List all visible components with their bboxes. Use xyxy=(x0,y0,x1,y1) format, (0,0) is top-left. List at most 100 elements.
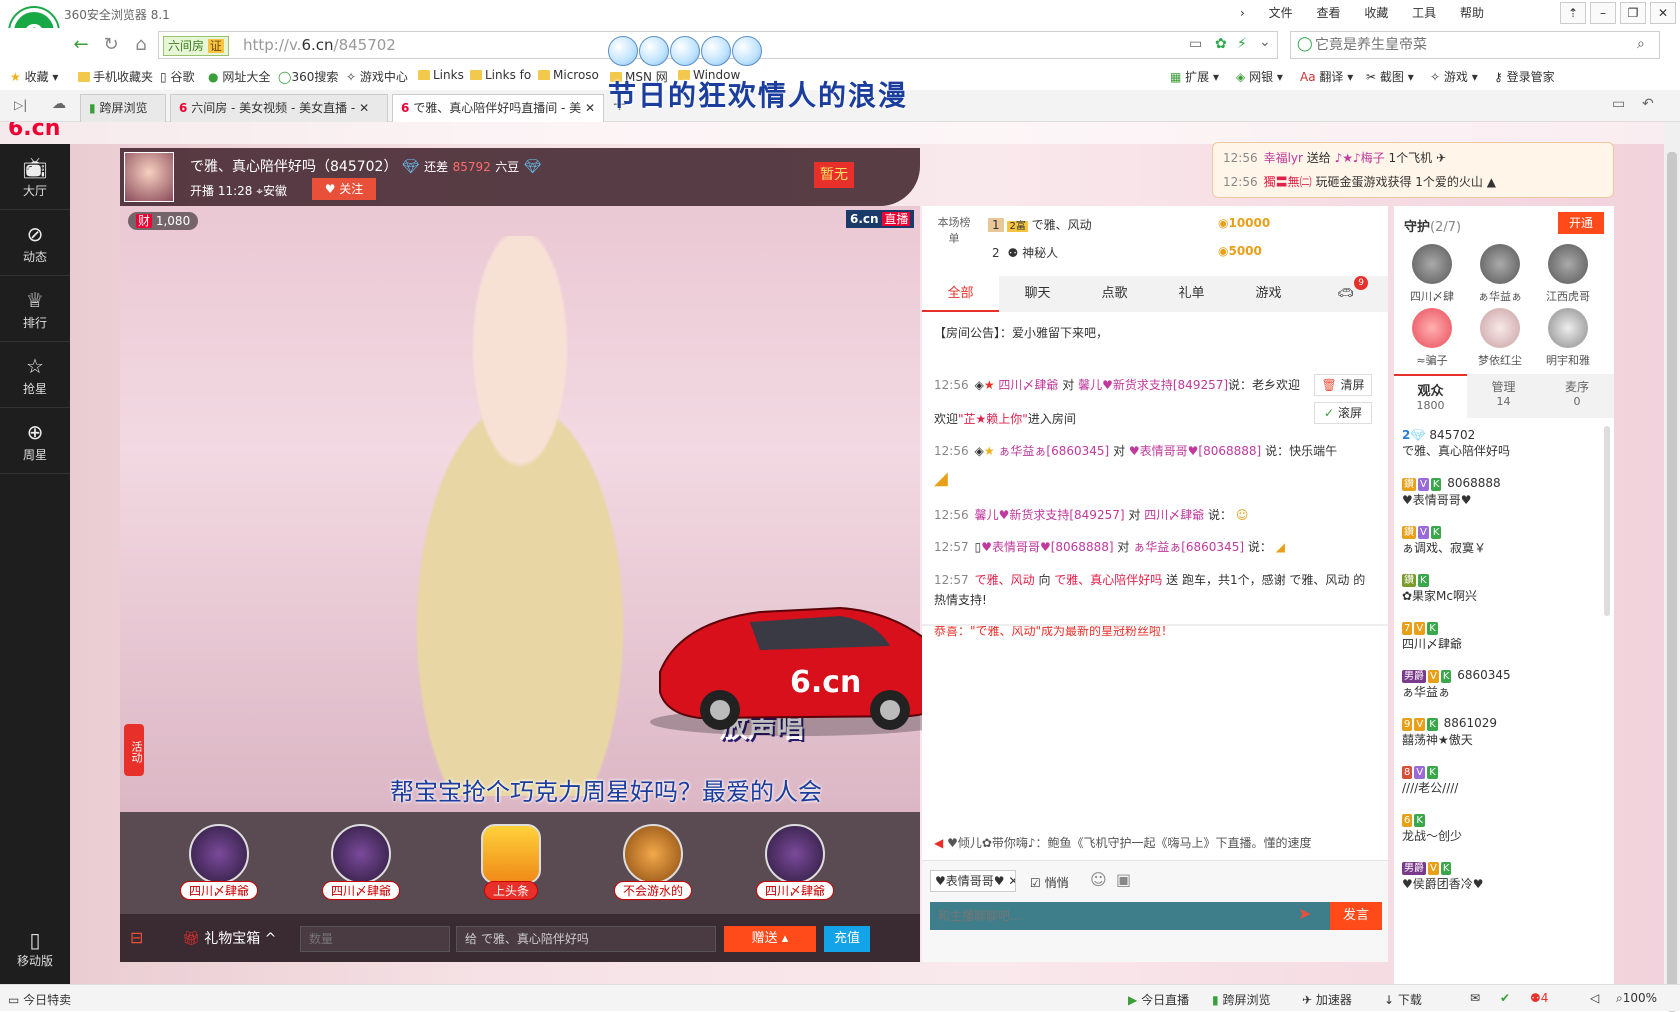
back-icon[interactable]: ← xyxy=(68,32,94,58)
fav-microsoft[interactable]: Microso xyxy=(538,68,599,82)
undo-icon[interactable]: ↶ xyxy=(1642,96,1654,112)
home-icon[interactable]: ⌂ xyxy=(128,32,154,58)
recipient-select[interactable]: 给 で雅、真心陪伴好吗 xyxy=(456,926,716,952)
maximize-button[interactable]: ❐ xyxy=(1620,2,1646,24)
rank-row[interactable]: 2 ⚉ 神秘人 ◉5000 xyxy=(988,244,1262,261)
menu-file[interactable]: 文件 xyxy=(1269,4,1293,21)
guard-member[interactable]: 明宇和雅 xyxy=(1538,308,1598,368)
nav-hall[interactable]: 📺︎ 大厅 xyxy=(0,144,70,210)
tab-admin[interactable]: 管理 14 xyxy=(1467,374,1540,418)
status-speedup[interactable]: ✈ 加速器 xyxy=(1302,991,1352,1008)
tab-song[interactable]: 点歌 xyxy=(1076,276,1153,312)
emoji-icon[interactable]: ☺ xyxy=(1090,870,1107,889)
audience-item[interactable]: 6 K 龙战～创少 xyxy=(1402,812,1462,844)
volume-icon[interactable]: ◁ xyxy=(1590,991,1599,1005)
scrollbar-thumb[interactable] xyxy=(1667,152,1677,1012)
audience-item[interactable]: 鑽 V K ぁ调戏、寂寞￥ xyxy=(1402,524,1486,556)
sidebar-toggle-icon[interactable]: ▷| xyxy=(14,98,27,112)
send-gift-button[interactable]: 赠送 ▴ xyxy=(724,926,816,952)
audience-scrollbar[interactable] xyxy=(1604,426,1610,616)
status-cross-screen[interactable]: ▮ 跨屏浏览 xyxy=(1212,991,1270,1008)
tab-all[interactable]: 全部 xyxy=(922,276,999,312)
scroll-screen-button[interactable]: ✓ 滚屏 xyxy=(1314,402,1372,424)
whisper-checkbox[interactable]: ☑ 悄悄 xyxy=(1030,874,1069,891)
fav-nav[interactable]: ● 网址大全 xyxy=(208,68,270,85)
nav-weekstar[interactable]: ⊕ 周星 xyxy=(0,408,70,474)
fav-linksfo[interactable]: Links fo xyxy=(470,68,531,82)
audience-item[interactable]: 男爵 V K 6860345 ぁ华益ぁ xyxy=(1402,668,1511,700)
menu-tools[interactable]: 工具 xyxy=(1412,4,1436,21)
site-logo[interactable]: 6.cn xyxy=(8,122,60,141)
guard-member[interactable]: 梦依红尘 xyxy=(1470,308,1530,368)
recharge-button[interactable]: 充值 xyxy=(824,926,870,952)
nav-dynamic[interactable]: ⊘ 动态 xyxy=(0,210,70,276)
status-today-live[interactable]: ▶ 今日直播 xyxy=(1128,991,1189,1008)
target-user-select[interactable]: ♥表情哥哥♥ ✕ xyxy=(930,870,1016,892)
host-avatar[interactable] xyxy=(124,152,174,202)
fav-360search[interactable]: ◯360搜索 xyxy=(278,68,338,85)
dropdown-icon[interactable]: ⌄ xyxy=(1259,34,1271,50)
guard-member[interactable]: ≈骗子 xyxy=(1402,308,1462,368)
bank-button[interactable]: ◈ 网银 ▾ xyxy=(1236,68,1283,85)
today-deals[interactable]: ▭ 今日特卖 xyxy=(8,991,71,1008)
audience-item[interactable]: 9VK 8861029 囍荡神★傲天 xyxy=(1402,716,1497,748)
tab-car[interactable]: 🚗︎ 9 xyxy=(1307,276,1384,312)
tab-audience[interactable]: 观众 1800 xyxy=(1394,374,1467,418)
chevron-icon[interactable]: › xyxy=(1240,6,1245,20)
activity-tab[interactable]: 活动 xyxy=(124,724,144,776)
translate-button[interactable]: Aa 翻译 ▾ xyxy=(1300,68,1353,85)
minimize-button[interactable]: – xyxy=(1590,2,1616,24)
gift-slot[interactable]: 四川〆肆爺 xyxy=(740,824,850,908)
nav-star[interactable]: ☆ 抢星 xyxy=(0,342,70,408)
chat-input[interactable] xyxy=(930,902,1330,930)
wallet-icon[interactable]: ⊟ xyxy=(130,928,143,947)
status-messages[interactable]: ⚉4 xyxy=(1530,991,1548,1005)
audience-item[interactable]: 男爵 V K ♥侯爵团香冷♥ xyxy=(1402,860,1484,892)
headline-slot[interactable]: 上头条 xyxy=(456,824,566,908)
tab-live-room[interactable]: 6 で雅、真心陪伴好吗直播间 - 美 ✕ xyxy=(392,94,604,122)
follow-button[interactable]: ♥ 关注 xyxy=(312,178,376,200)
clear-screen-button[interactable]: 🗑︎ 清屏 xyxy=(1314,374,1372,396)
menu-view[interactable]: 查看 xyxy=(1316,4,1340,21)
menu-help[interactable]: 帮助 xyxy=(1460,4,1484,21)
status-download[interactable]: ↓ 下载 xyxy=(1384,991,1422,1008)
cloud-icon[interactable]: ☁ xyxy=(52,96,66,112)
audience-item[interactable]: 2💎︎ 845702 で雅、真心陪伴好吗 xyxy=(1402,428,1510,459)
send-message-button[interactable]: 发言 xyxy=(1330,902,1382,930)
gift-slot[interactable]: 四川〆肆爺 xyxy=(306,824,416,908)
login-manager-button[interactable]: ⚷ 登录管家 xyxy=(1494,68,1555,85)
image-icon[interactable]: ▣ xyxy=(1116,870,1131,889)
audience-item[interactable]: 鑽 K ✿果家Mc啊兴 xyxy=(1402,572,1477,604)
game-button[interactable]: ✧ 游戏 ▾ xyxy=(1430,68,1478,85)
lightning-icon[interactable]: ⚡ xyxy=(1237,36,1247,52)
restore-tab-icon[interactable]: ▭ xyxy=(1612,96,1625,112)
search-engine-icon[interactable]: ◯ xyxy=(1297,36,1313,52)
gift-slot[interactable]: 四川〆肆爺 xyxy=(164,824,274,908)
close-button[interactable]: ✕ xyxy=(1650,2,1676,24)
search-icon[interactable]: ⌕ xyxy=(1637,36,1645,52)
search-box[interactable]: ◯ ⌕ xyxy=(1290,31,1660,59)
guard-member[interactable]: 江西虎哥 xyxy=(1538,244,1598,304)
audience-item[interactable]: 8 V K////老公//// xyxy=(1402,764,1458,796)
tab-chat[interactable]: 聊天 xyxy=(999,276,1076,312)
tab-queue[interactable]: 麦序 0 xyxy=(1540,374,1614,418)
rank-row[interactable]: 1 2富 で雅、风动 ◉10000 xyxy=(988,216,1270,233)
status-check-icon[interactable]: ✔ xyxy=(1500,991,1510,1005)
status-mail-icon[interactable]: ✉ xyxy=(1470,991,1480,1005)
gift-box-button[interactable]: 🎁︎ 礼物宝箱 ^ xyxy=(182,928,276,948)
tab-games[interactable]: 游戏 xyxy=(1230,276,1307,312)
nav-mobile[interactable]: ▯ 移动版 xyxy=(0,928,70,969)
pin-icon[interactable]: ⇡ xyxy=(1560,2,1586,24)
tab-cross-screen[interactable]: ▮ 跨屏浏览 xyxy=(80,94,166,122)
guard-member[interactable]: ぁ华益ぁ xyxy=(1470,244,1530,304)
tab-6cn-home[interactable]: 6 六间房 - 美女视频 - 美女直播 - ✕ xyxy=(170,94,388,122)
guard-member[interactable]: 四川〆肆 xyxy=(1402,244,1462,304)
menu-favorites[interactable]: 收藏 xyxy=(1364,4,1388,21)
audience-item[interactable]: 7 V K 四川〆肆爺 xyxy=(1402,620,1462,652)
zoom-level[interactable]: ⌕100% xyxy=(1616,991,1657,1006)
security-icon[interactable]: ✿ xyxy=(1215,36,1227,52)
open-guard-button[interactable]: 开通 xyxy=(1558,212,1604,234)
fav-google[interactable]: ▯ 谷歌 xyxy=(160,68,194,85)
fav-games[interactable]: ✧ 游戏中心 xyxy=(346,68,408,85)
search-input[interactable] xyxy=(1315,34,1625,56)
